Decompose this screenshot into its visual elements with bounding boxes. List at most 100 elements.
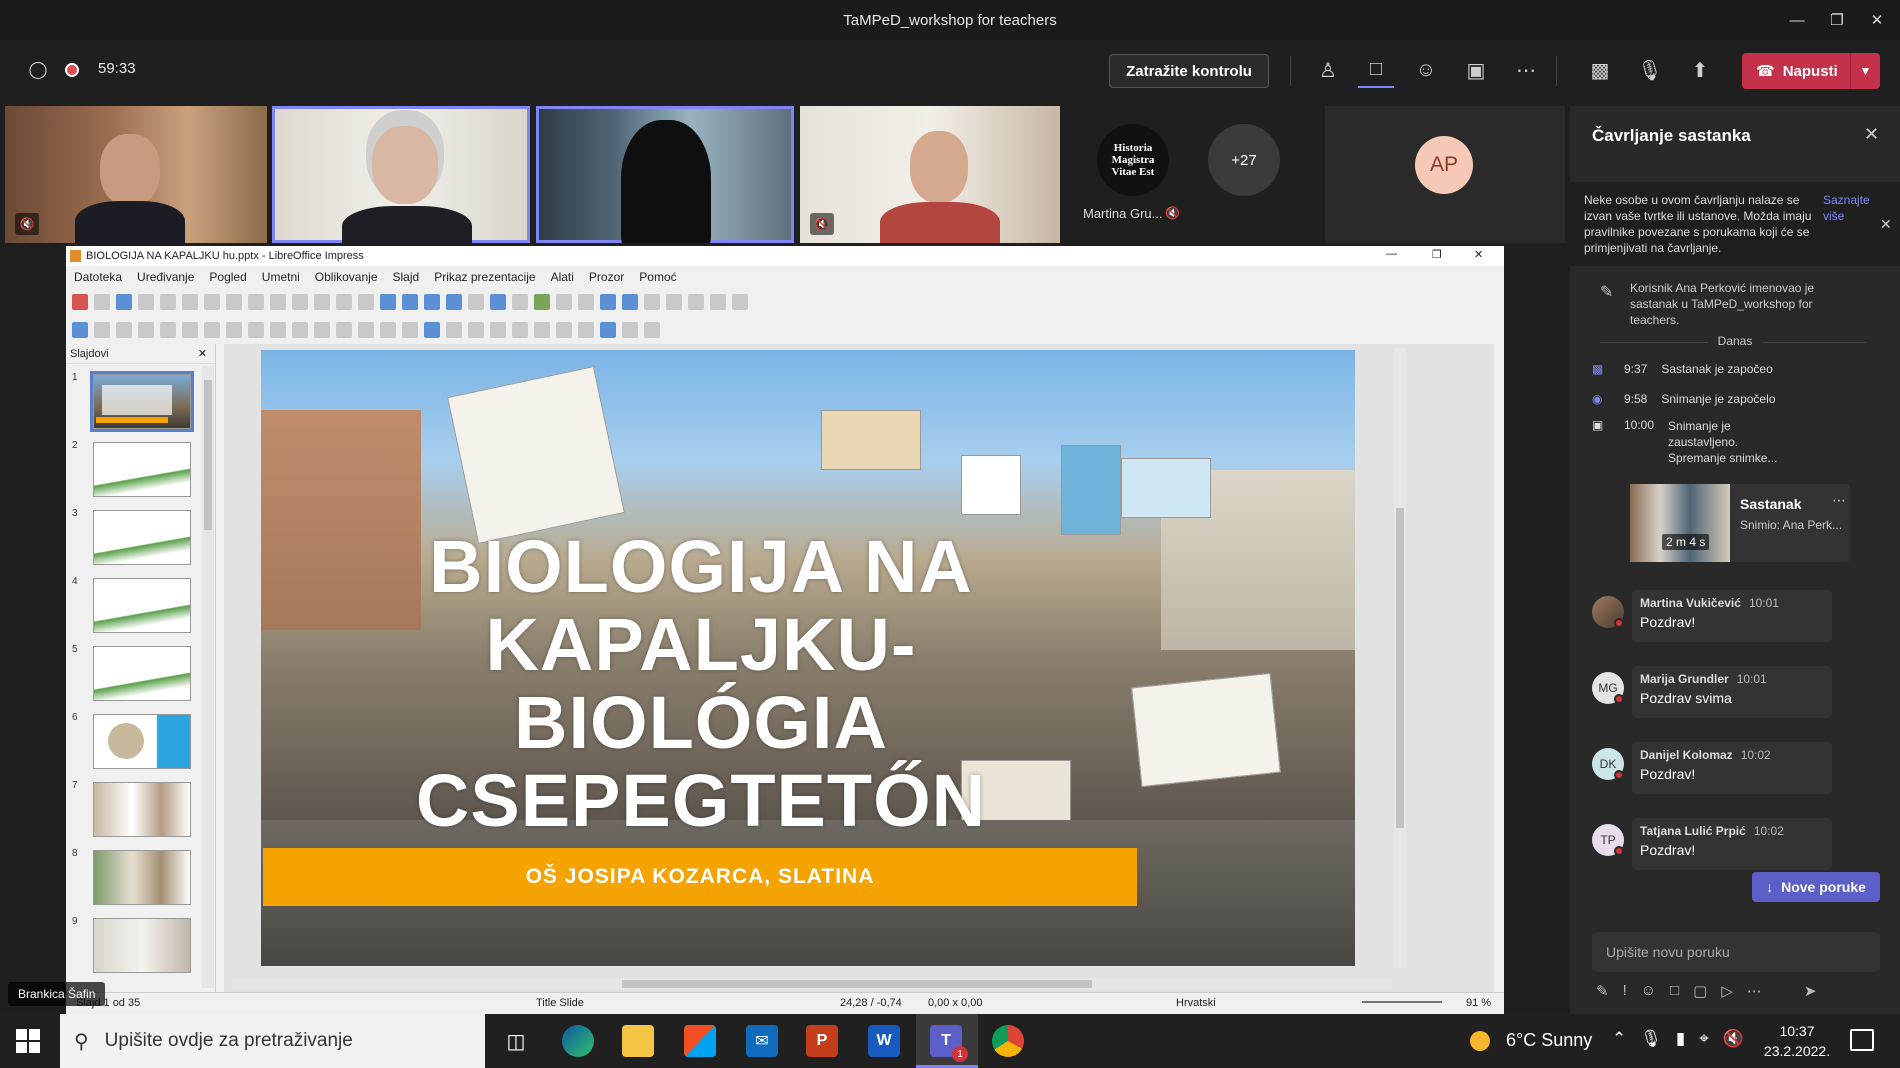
copy-icon[interactable] bbox=[204, 294, 220, 310]
start-first-icon[interactable] bbox=[424, 294, 440, 310]
stars-icon[interactable] bbox=[402, 322, 418, 338]
mic-off-icon[interactable]: 🎙 bbox=[1632, 52, 1668, 88]
arrange-icon[interactable] bbox=[490, 322, 506, 338]
close-icon[interactable]: ✕ bbox=[1474, 248, 1483, 261]
clock[interactable]: 10:37 23.2.2022. bbox=[1752, 1021, 1842, 1061]
menu-prozor[interactable]: Prozor bbox=[589, 270, 624, 284]
menu-pogled[interactable]: Pogled bbox=[209, 270, 246, 284]
language[interactable]: Hrvatski bbox=[1176, 997, 1216, 1009]
zoom-slider[interactable] bbox=[1362, 1001, 1442, 1003]
delete-slide-icon[interactable] bbox=[710, 294, 726, 310]
request-control-button[interactable]: Zatražite kontrolu bbox=[1109, 54, 1269, 88]
shadow-icon[interactable] bbox=[534, 322, 550, 338]
vertical-scrollbar[interactable] bbox=[1394, 348, 1406, 968]
line-icon[interactable] bbox=[160, 322, 176, 338]
horizontal-scrollbar[interactable] bbox=[232, 978, 1392, 990]
camera-off-icon[interactable]: ▩ bbox=[1582, 52, 1618, 88]
slides-scrollbar[interactable] bbox=[202, 366, 214, 988]
3d-objects-icon[interactable] bbox=[424, 322, 440, 338]
message-bubble[interactable]: Marija Grundler 10:01 Pozdrav svima bbox=[1632, 666, 1832, 718]
message-bubble[interactable]: Tatjana Lulić Prpić 10:02 Pozdrav! bbox=[1632, 818, 1832, 870]
recording-card[interactable]: 2 m 4 s Sastanak Snimio: Ana Perk... ⋯ bbox=[1630, 484, 1850, 562]
hyperlink-icon[interactable] bbox=[622, 294, 638, 310]
important-icon[interactable]: ! bbox=[1623, 982, 1627, 1006]
spellcheck-icon[interactable] bbox=[336, 294, 352, 310]
speaker-muted-icon[interactable]: 🔇 bbox=[1723, 1029, 1744, 1049]
store-icon[interactable] bbox=[684, 1025, 716, 1057]
start-current-icon[interactable] bbox=[446, 294, 462, 310]
menu-umetni[interactable]: Umetni bbox=[262, 270, 300, 284]
windows-start-icon[interactable] bbox=[16, 1029, 40, 1053]
scrollbar-thumb[interactable] bbox=[622, 980, 1092, 988]
chevron-down-icon[interactable]: ▼ bbox=[1850, 53, 1880, 89]
new-slide-icon[interactable] bbox=[666, 294, 682, 310]
master-slide-icon[interactable] bbox=[402, 294, 418, 310]
scrollbar-thumb[interactable] bbox=[1396, 508, 1404, 828]
participant-tile-ap[interactable]: AP bbox=[1325, 106, 1565, 243]
display-views-icon[interactable] bbox=[380, 294, 396, 310]
table-icon[interactable] bbox=[468, 294, 484, 310]
emoji-icon[interactable]: ☺ bbox=[1641, 982, 1656, 1006]
menu-prikaz-prezentacije[interactable]: Prikaz prezentacije bbox=[434, 270, 535, 284]
current-slide[interactable]: BIOLOGIJA NA KAPALJKU- BIOLÓGIA CSEPEGTE… bbox=[261, 350, 1355, 966]
reactions-icon[interactable]: ☺ bbox=[1408, 52, 1444, 88]
toggle-extrusion-icon[interactable] bbox=[644, 322, 660, 338]
meet-now-icon[interactable]: ▷ bbox=[1721, 982, 1733, 1006]
slide-thumbnail-1[interactable] bbox=[90, 371, 194, 432]
menu-slajd[interactable]: Slajd bbox=[393, 270, 420, 284]
special-char-icon[interactable] bbox=[578, 294, 594, 310]
close-icon[interactable]: ✕ bbox=[1864, 124, 1879, 145]
export-pdf-icon[interactable] bbox=[138, 294, 154, 310]
curve-icon[interactable] bbox=[248, 322, 264, 338]
close-icon[interactable]: ✕ bbox=[1880, 216, 1892, 232]
send-icon[interactable]: ➤ bbox=[1804, 982, 1817, 1006]
weather-text[interactable]: 6°C Sunny bbox=[1506, 1030, 1592, 1051]
chrome-icon[interactable] bbox=[992, 1025, 1024, 1057]
slide-title[interactable]: BIOLOGIJA NA KAPALJKU- BIOLÓGIA CSEPEGTE… bbox=[261, 528, 1141, 840]
paste-icon[interactable] bbox=[226, 294, 242, 310]
mail-icon[interactable]: ✉ bbox=[746, 1025, 778, 1057]
wifi-icon[interactable]: ⌖ bbox=[1699, 1029, 1709, 1049]
slide-thumbnail-3[interactable] bbox=[93, 510, 191, 565]
participant-video-3[interactable] bbox=[536, 106, 794, 243]
ellipse-icon[interactable] bbox=[204, 322, 220, 338]
grid-icon[interactable] bbox=[358, 294, 374, 310]
clone-icon[interactable] bbox=[248, 294, 264, 310]
people-icon[interactable]: ♙ bbox=[1310, 52, 1346, 88]
message-input[interactable]: Upišite novu poruku bbox=[1592, 932, 1880, 972]
participant-video-1[interactable]: 🔇 bbox=[5, 106, 267, 243]
print-icon[interactable] bbox=[160, 294, 176, 310]
scrollbar-thumb[interactable] bbox=[204, 380, 212, 530]
menu-datoteka[interactable]: Datoteka bbox=[74, 270, 122, 284]
file-explorer-icon[interactable] bbox=[622, 1025, 654, 1057]
minimize-icon[interactable]: — bbox=[1386, 248, 1397, 260]
image-icon[interactable] bbox=[490, 294, 506, 310]
line-color-icon[interactable] bbox=[116, 322, 132, 338]
connector-icon[interactable] bbox=[270, 322, 286, 338]
flowchart-icon[interactable] bbox=[358, 322, 374, 338]
participant-tile-5[interactable]: Historia Magistra Vitae Est Martina Gru.… bbox=[1065, 106, 1185, 243]
close-icon[interactable]: ✕ bbox=[198, 347, 207, 360]
open-icon[interactable] bbox=[94, 294, 110, 310]
zoom-level[interactable]: 91 % bbox=[1466, 997, 1491, 1009]
powerpoint-icon[interactable]: P bbox=[806, 1025, 838, 1057]
select-icon[interactable] bbox=[72, 322, 88, 338]
rectangle-icon[interactable] bbox=[182, 322, 198, 338]
slide-thumbnail-8[interactable] bbox=[93, 850, 191, 905]
zoom-icon[interactable] bbox=[94, 322, 110, 338]
notifications-icon[interactable] bbox=[1850, 1029, 1874, 1051]
callout-icon[interactable] bbox=[380, 322, 396, 338]
participant-video-2[interactable] bbox=[272, 106, 530, 243]
menu-alati[interactable]: Alati bbox=[551, 270, 574, 284]
duplicate-slide-icon[interactable] bbox=[688, 294, 704, 310]
participant-video-4[interactable]: 🔇 bbox=[800, 106, 1060, 243]
align-icon[interactable] bbox=[468, 322, 484, 338]
menu-uredivanje[interactable]: Uređivanje bbox=[137, 270, 194, 284]
overflow-tile[interactable]: +27 bbox=[1190, 106, 1320, 243]
more-icon[interactable]: ⋯ bbox=[1508, 52, 1544, 88]
distribute-icon[interactable] bbox=[512, 322, 528, 338]
fontwork-icon[interactable] bbox=[600, 294, 616, 310]
format-icon[interactable]: ✎ bbox=[1596, 982, 1609, 1006]
slide-thumbnail-9[interactable] bbox=[93, 918, 191, 973]
message-bubble[interactable]: Martina Vukičević 10:01 Pozdrav! bbox=[1632, 590, 1832, 642]
